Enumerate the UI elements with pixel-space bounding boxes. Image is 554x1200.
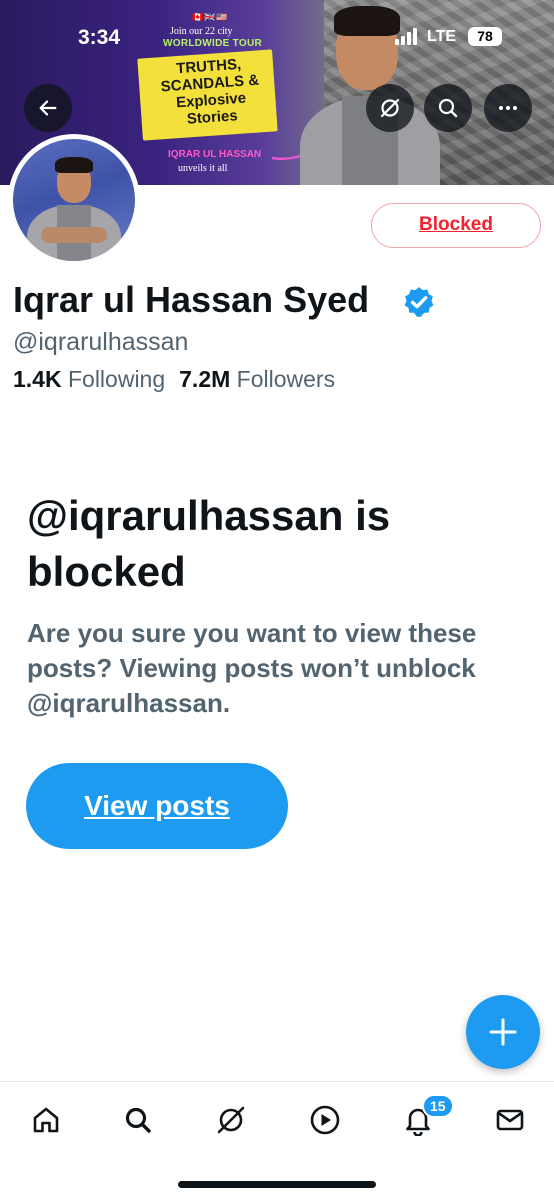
- avatar-photo: [13, 139, 135, 261]
- cellular-signal-icon: [395, 28, 419, 45]
- following-link[interactable]: 1.4K Following: [13, 366, 165, 392]
- avatar[interactable]: [8, 134, 140, 266]
- tab-messages[interactable]: [490, 1100, 530, 1140]
- back-button[interactable]: [24, 84, 72, 132]
- more-icon: [499, 106, 517, 110]
- verified-badge-icon[interactable]: [402, 285, 436, 319]
- blocked-title: @iqrarulhassan is blocked: [27, 492, 391, 595]
- play-icon: [310, 1105, 340, 1135]
- envelope-icon: [496, 1109, 524, 1131]
- profile-handle: @iqrarulhassan: [13, 328, 189, 356]
- followers-label: Followers: [236, 366, 336, 392]
- tab-home[interactable]: [26, 1100, 66, 1140]
- following-label: Following: [67, 366, 166, 392]
- display-name: Iqrar ul Hassan Syed: [13, 279, 370, 320]
- tab-grok[interactable]: [211, 1100, 251, 1140]
- search-icon: [438, 98, 458, 118]
- following-count: 1.4K: [13, 366, 62, 392]
- blocked-button[interactable]: Blocked: [371, 203, 541, 248]
- home-indicator[interactable]: [178, 1181, 376, 1188]
- banner-name-tag: IQRAR UL HASSAN: [168, 149, 262, 160]
- status-time: 3:34: [78, 26, 121, 49]
- tab-search[interactable]: [118, 1100, 158, 1140]
- compose-button[interactable]: [466, 995, 540, 1069]
- grok-button[interactable]: [366, 84, 414, 132]
- more-button[interactable]: [484, 84, 532, 132]
- back-arrow-icon: [39, 100, 57, 116]
- notifications-badge: 15: [422, 1094, 454, 1118]
- battery-indicator: 78: [468, 27, 502, 46]
- blocked-description: Are you sure you want to view these post…: [27, 618, 477, 718]
- followers-link[interactable]: 7.2M Followers: [179, 366, 335, 392]
- grok-icon: [217, 1106, 245, 1134]
- follow-stats: 1.4K Following 7.2M Followers: [13, 366, 335, 393]
- search-icon: [125, 1107, 151, 1133]
- grok-icon: [380, 98, 400, 118]
- status-bar: 3:34 LTE 78: [0, 0, 554, 70]
- network-type: LTE: [427, 28, 457, 45]
- plus-icon: [489, 1018, 517, 1046]
- followers-count: 7.2M: [179, 366, 231, 392]
- home-icon: [33, 1107, 59, 1133]
- tab-video[interactable]: [305, 1100, 345, 1140]
- search-button[interactable]: [424, 84, 472, 132]
- banner-tagline: unveils it all: [178, 163, 228, 174]
- view-posts-button[interactable]: View posts: [26, 763, 288, 849]
